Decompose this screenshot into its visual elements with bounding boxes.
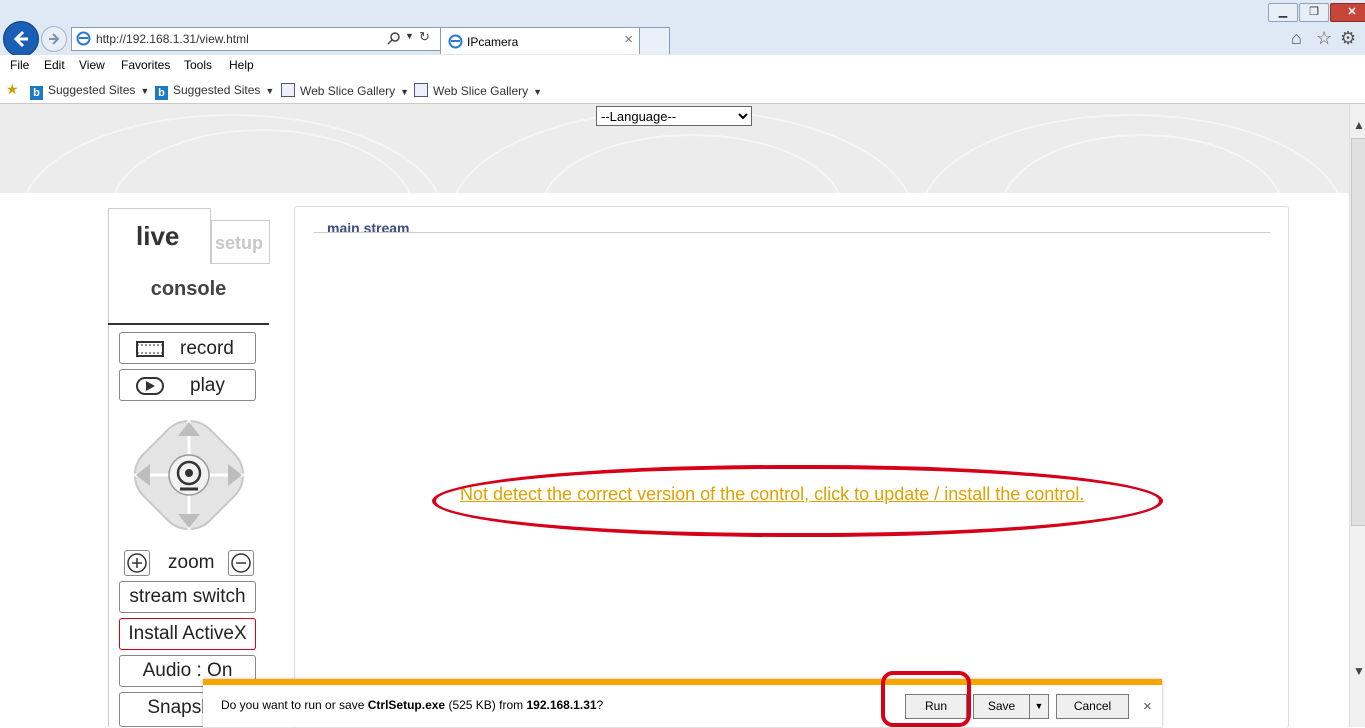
tab-close-icon[interactable]: × — [624, 31, 633, 48]
web-slice-icon — [414, 83, 428, 97]
address-dropdown-icon[interactable]: ▼ — [405, 31, 414, 41]
divider — [314, 232, 1270, 233]
ptz-direction-pad[interactable] — [124, 410, 254, 540]
close-icon[interactable]: × — [1143, 698, 1152, 715]
favorites-add-icon[interactable]: ★ — [6, 81, 19, 98]
favorites-star-icon[interactable]: ☆ — [1316, 28, 1332, 49]
menu-bar: File Edit View Favorites Tools Help — [0, 55, 1365, 77]
tab-setup[interactable]: setup — [211, 220, 270, 264]
back-arrow-icon — [13, 30, 28, 48]
forward-arrow-icon — [49, 33, 60, 45]
tab-title: IPcamera — [467, 35, 519, 49]
zoom-in-icon — [127, 553, 147, 573]
favorite-suggested-sites-1[interactable]: b Suggested Sites ▼ — [30, 83, 149, 100]
favorite-web-slice-gallery-1[interactable]: Web Slice Gallery ▼ — [281, 83, 409, 98]
console-title: console — [150, 278, 227, 300]
favorite-suggested-sites-2[interactable]: b Suggested Sites ▼ — [155, 83, 274, 100]
divider — [108, 323, 269, 325]
tab-setup-label: setup — [215, 233, 264, 253]
scroll-thumb[interactable] — [1351, 138, 1365, 526]
back-button[interactable] — [3, 21, 39, 57]
new-tab-button[interactable] — [639, 27, 670, 54]
cancel-button[interactable]: Cancel — [1056, 694, 1129, 719]
forward-button[interactable] — [41, 26, 67, 52]
download-filename: CtrlSetup.exe — [367, 698, 446, 712]
bing-icon: b — [155, 86, 168, 100]
restore-button[interactable]: ❐ — [1299, 3, 1329, 22]
scroll-up-icon[interactable]: ▲ — [1353, 118, 1365, 132]
language-select[interactable]: --Language-- — [596, 106, 752, 126]
address-bar[interactable]: http://192.168.1.31/view.html ▼ ↻ — [71, 27, 441, 51]
scroll-down-icon[interactable]: ▼ — [1353, 664, 1365, 678]
install-activex-button[interactable]: Install ActiveX — [119, 618, 256, 650]
tools-gear-icon[interactable]: ⚙ — [1340, 28, 1356, 49]
play-icon — [136, 377, 164, 395]
main-stream-title: main stream — [327, 220, 410, 236]
download-prompt-suffix: ? — [596, 698, 604, 712]
bing-icon: b — [30, 86, 43, 100]
ie-tab-icon — [448, 34, 463, 49]
web-slice-icon — [281, 83, 295, 97]
download-prompt: Do you want to run or save CtrlSetup.exe… — [221, 698, 603, 712]
tab-live-label: live — [136, 221, 180, 251]
download-prompt-prefix: Do you want to run or save — [221, 698, 368, 712]
menu-edit[interactable]: Edit — [44, 58, 65, 72]
chevron-down-icon: ▼ — [533, 87, 543, 97]
zoom-out-icon — [231, 553, 251, 573]
favorites-bar: ★ b Suggested Sites ▼ b Suggested Sites ▼ We… — [0, 77, 1365, 104]
chevron-down-icon: ▼ — [265, 86, 275, 96]
zoom-out-button[interactable] — [228, 550, 254, 576]
menu-view[interactable]: View — [79, 58, 105, 72]
home-icon[interactable]: ⌂ — [1291, 28, 1302, 49]
zoom-in-button[interactable] — [124, 550, 150, 576]
vertical-scrollbar[interactable]: ▲ ▼ — [1349, 104, 1365, 727]
favorite-label: Suggested Sites — [173, 83, 261, 97]
annotation-ellipse — [432, 465, 1163, 537]
download-notification-bar: Do you want to run or save CtrlSetup.exe… — [203, 679, 1162, 727]
menu-tools[interactable]: Tools — [184, 58, 212, 72]
record-label: record — [180, 338, 234, 359]
minimize-button[interactable]: ▁ — [1268, 3, 1298, 22]
favorite-label: Web Slice Gallery — [300, 84, 396, 98]
annotation-run-highlight — [881, 671, 971, 727]
download-host: 192.168.1.31 — [526, 698, 597, 712]
window-close-button[interactable]: ✕ — [1330, 3, 1365, 22]
refresh-icon[interactable]: ↻ — [419, 29, 430, 45]
save-dropdown-icon[interactable]: ▼ — [1029, 694, 1049, 719]
ie-page-icon — [76, 31, 91, 46]
favorite-label: Web Slice Gallery — [433, 84, 529, 98]
record-button[interactable]: record — [119, 332, 256, 364]
save-button[interactable]: Save — [973, 694, 1029, 719]
tab-ipcamera[interactable]: IPcamera × — [440, 27, 640, 54]
tab-live[interactable]: live — [108, 208, 211, 264]
chevron-down-icon: ▼ — [140, 86, 150, 96]
address-url[interactable]: http://192.168.1.31/view.html — [96, 32, 249, 46]
menu-favorites[interactable]: Favorites — [121, 58, 170, 72]
menu-help[interactable]: Help — [229, 58, 254, 72]
film-icon — [136, 341, 164, 357]
search-icon[interactable] — [387, 31, 401, 45]
zoom-label: zoom — [168, 552, 215, 573]
chevron-down-icon: ▼ — [400, 87, 410, 97]
favorite-web-slice-gallery-2[interactable]: Web Slice Gallery ▼ — [414, 83, 542, 98]
favorite-label: Suggested Sites — [48, 83, 136, 97]
play-button[interactable]: play — [119, 369, 256, 401]
download-size: (525 KB) from — [445, 698, 527, 712]
stream-switch-button[interactable]: stream switch — [119, 581, 256, 613]
play-label: play — [190, 375, 225, 396]
menu-file[interactable]: File — [10, 58, 29, 72]
